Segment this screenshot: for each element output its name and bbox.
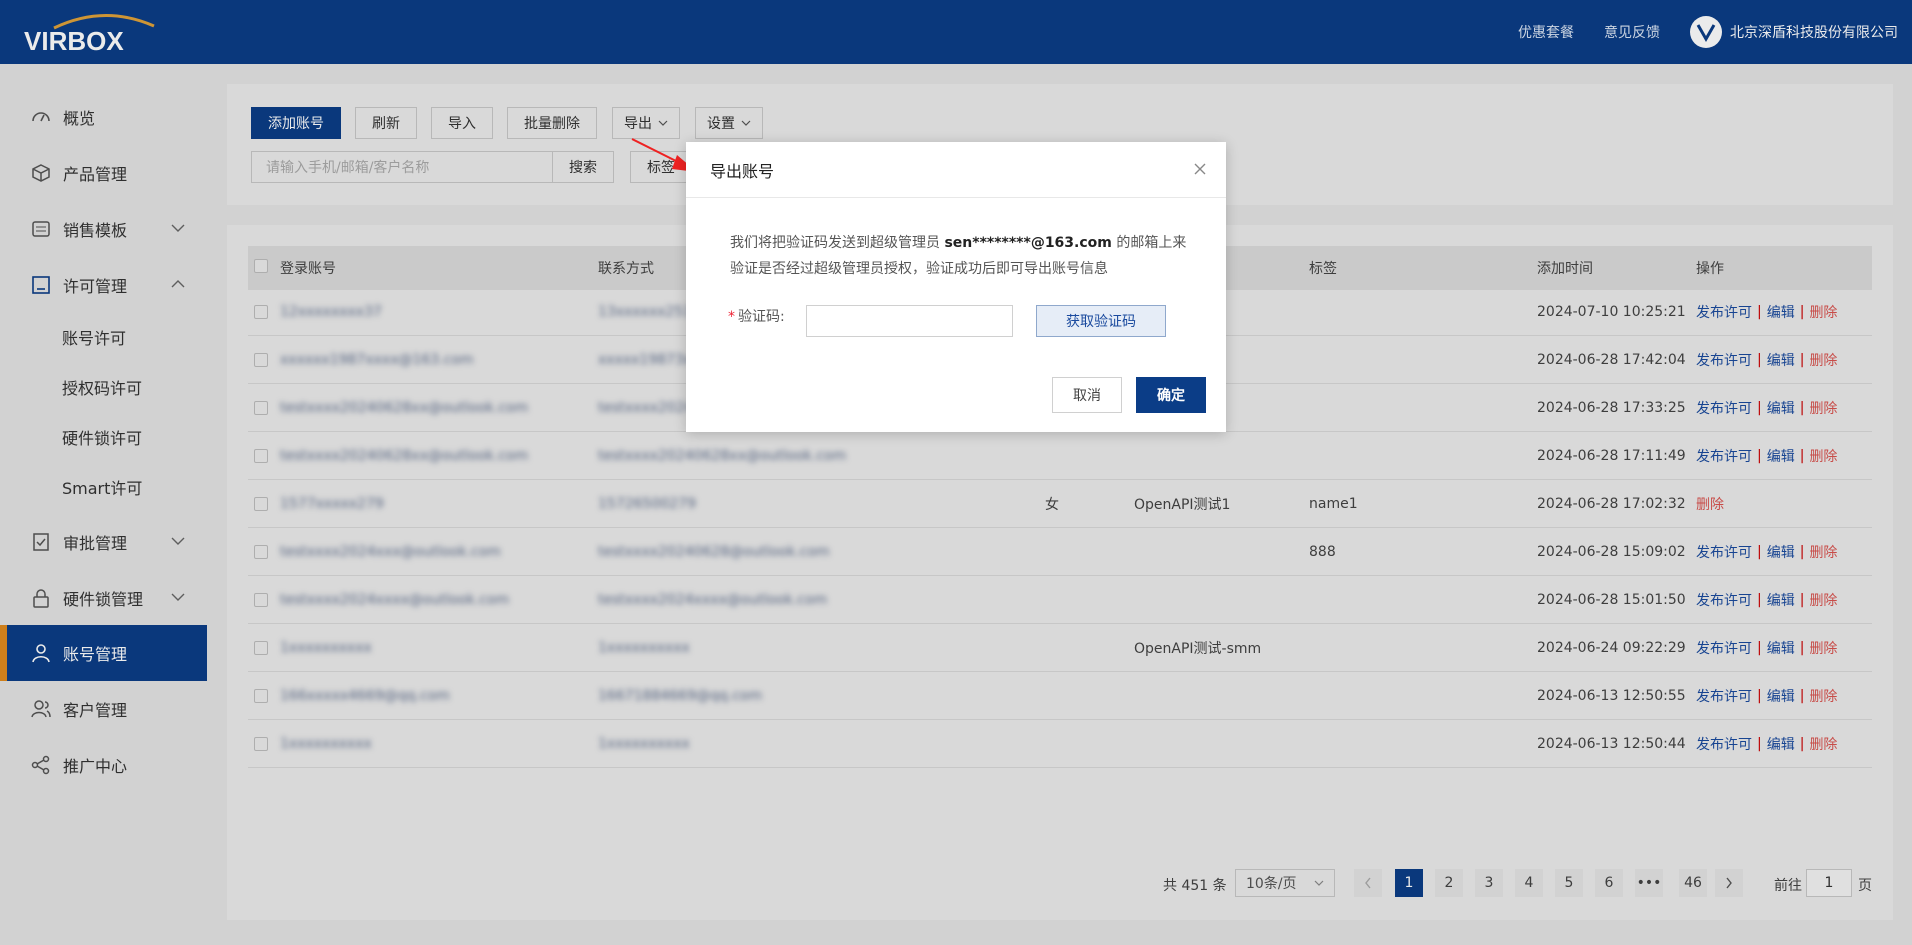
verification-code-label: * 验证码: bbox=[728, 309, 785, 325]
export-accounts-dialog: 导出账号 我们将把验证码发送到超级管理员 sen********@163.com… bbox=[686, 142, 1226, 432]
confirm-button[interactable]: 确定 bbox=[1136, 377, 1206, 413]
dialog-message-line1: 我们将把验证码发送到超级管理员 sen********@163.com 的邮箱上… bbox=[730, 235, 1187, 251]
get-code-button[interactable]: 获取验证码 bbox=[1036, 305, 1166, 337]
dialog-title: 导出账号 bbox=[686, 142, 1226, 198]
admin-email: sen********@163.com bbox=[944, 235, 1112, 251]
cancel-button[interactable]: 取消 bbox=[1052, 377, 1122, 413]
verification-code-input[interactable] bbox=[806, 305, 1013, 337]
dialog-message-line2: 验证是否经过超级管理员授权，验证成功后即可导出账号信息 bbox=[730, 261, 1108, 277]
required-mark: * bbox=[728, 309, 735, 325]
close-icon[interactable] bbox=[1192, 161, 1208, 177]
